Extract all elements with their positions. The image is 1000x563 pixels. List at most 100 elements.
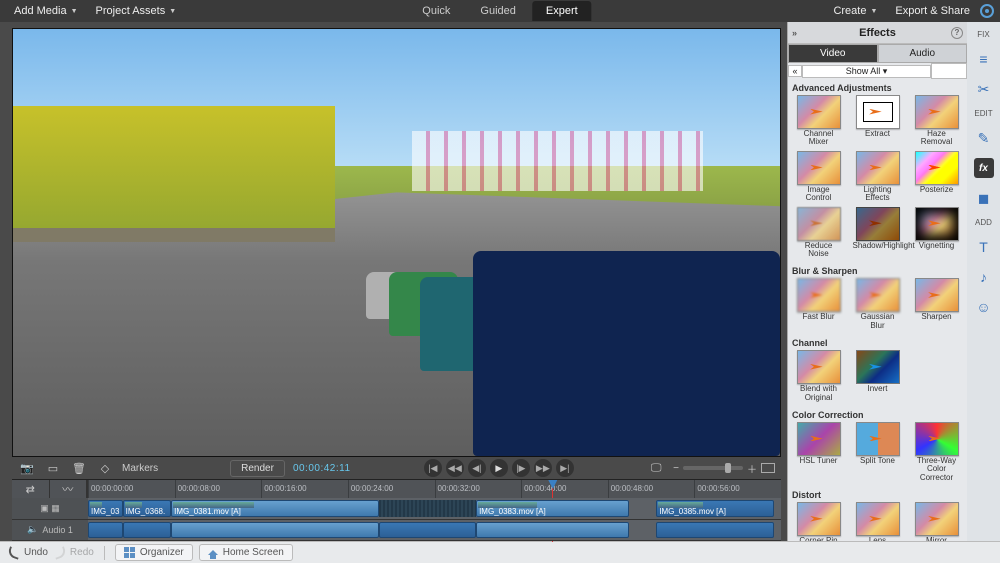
timeline-clip[interactable] bbox=[656, 522, 774, 539]
goto-end-button[interactable]: ▶| bbox=[556, 459, 574, 477]
redo-button[interactable]: Redo bbox=[54, 547, 94, 558]
zoom-plus-icon[interactable]: ＋ bbox=[747, 461, 757, 476]
tab-audio-effects[interactable]: Audio bbox=[878, 44, 968, 63]
camera-icon[interactable]: 📷 bbox=[18, 459, 36, 477]
project-assets-menu[interactable]: Project Assets ▼ bbox=[88, 2, 185, 20]
timeline-clip[interactable]: IMG_0381.mov [A] bbox=[171, 500, 379, 517]
fullscreen-icon[interactable]: 🖵 bbox=[647, 459, 665, 477]
timeline-gap[interactable] bbox=[379, 522, 476, 539]
tab-expert[interactable]: Expert bbox=[532, 1, 592, 21]
markers-label[interactable]: Markers bbox=[122, 463, 158, 474]
scissors-icon[interactable]: ✂ bbox=[974, 79, 994, 99]
tool-icon[interactable]: ▭ bbox=[44, 459, 62, 477]
help-icon[interactable]: ? bbox=[951, 27, 963, 39]
video-track-header[interactable]: ▣ ▦ bbox=[12, 498, 88, 520]
ruler-tick[interactable]: 00:00:56:00 bbox=[694, 480, 781, 498]
prev-frame-button[interactable]: ◀| bbox=[468, 459, 486, 477]
preview-monitor[interactable] bbox=[12, 28, 781, 457]
effect-item[interactable]: Fast Blur bbox=[792, 278, 845, 330]
settings-gear-icon[interactable] bbox=[980, 4, 994, 18]
effect-item[interactable]: Reduce Noise bbox=[792, 207, 845, 259]
step-back-button[interactable]: ◀◀ bbox=[446, 459, 464, 477]
trash-icon[interactable]: 🗑 bbox=[70, 459, 88, 477]
video-track[interactable]: IMG_03IMG_0368.IMG_0381.mov [A] IMG_0383.… bbox=[88, 498, 781, 520]
organizer-button[interactable]: Organizer bbox=[115, 544, 193, 561]
effect-item[interactable]: Blend with Original bbox=[792, 350, 845, 402]
effect-item[interactable]: Sharpen bbox=[910, 278, 963, 330]
timeline-tool-b[interactable]: 〰 bbox=[50, 480, 88, 498]
effect-item[interactable]: Shadow/Highlight bbox=[851, 207, 904, 259]
goto-start-button[interactable]: |◀ bbox=[424, 459, 442, 477]
undo-button[interactable]: Undo bbox=[8, 547, 48, 558]
timeline-clip[interactable] bbox=[171, 522, 379, 539]
marker-icon[interactable]: ◇ bbox=[96, 459, 114, 477]
create-menu[interactable]: Create ▼ bbox=[825, 2, 885, 20]
timeline-clip[interactable] bbox=[123, 522, 172, 539]
timeline-clip[interactable]: IMG_03 bbox=[88, 500, 123, 517]
ruler-tick[interactable]: 00:00:32:00 bbox=[435, 480, 522, 498]
timeline-clip[interactable]: IMG_0383.mov [A] bbox=[476, 500, 628, 517]
ruler-tick[interactable]: 00:00:24:00 bbox=[348, 480, 435, 498]
effect-item[interactable]: Extract bbox=[851, 95, 904, 147]
graphics-icon[interactable]: ☺ bbox=[974, 297, 994, 317]
effect-item[interactable]: Lighting Effects bbox=[851, 151, 904, 203]
timeline-tool-a[interactable]: ⇄ bbox=[12, 480, 50, 498]
ruler-tick[interactable]: 00:00:48:00 bbox=[608, 480, 695, 498]
step-fwd-button[interactable]: ▶▶ bbox=[534, 459, 552, 477]
effects-back-button[interactable]: « bbox=[788, 65, 802, 77]
caret-down-icon: ▼ bbox=[169, 8, 176, 15]
effect-item[interactable]: Haze Removal bbox=[910, 95, 963, 147]
audio-track-label: Audio 1 bbox=[42, 525, 73, 535]
effects-search-input[interactable] bbox=[931, 63, 967, 79]
effect-item[interactable]: Corner Pin bbox=[792, 502, 845, 541]
home-icon bbox=[208, 550, 218, 555]
effect-item[interactable]: HSL Tuner bbox=[792, 422, 845, 482]
tab-quick[interactable]: Quick bbox=[408, 1, 464, 21]
effect-item[interactable]: Invert bbox=[851, 350, 904, 402]
effect-item[interactable]: Posterize bbox=[910, 151, 963, 203]
ruler-tick[interactable]: 00:00:08:00 bbox=[175, 480, 262, 498]
preview-toolbar: 📷 ▭ 🗑 ◇ Markers Render 00:00:42:11 |◀ ◀◀… bbox=[12, 457, 781, 479]
effect-item[interactable]: Image Control bbox=[792, 151, 845, 203]
panel-expand-icon[interactable]: » bbox=[792, 28, 797, 38]
effect-thumbnail bbox=[797, 95, 841, 129]
wand-icon[interactable]: ✎ bbox=[974, 128, 994, 148]
home-screen-button[interactable]: Home Screen bbox=[199, 544, 293, 561]
timeline-gap[interactable] bbox=[379, 500, 476, 517]
export-share-menu[interactable]: Export & Share bbox=[887, 2, 978, 20]
fx-effects-icon[interactable]: fx bbox=[974, 158, 994, 178]
effect-item[interactable]: Vignetting bbox=[910, 207, 963, 259]
transitions-icon[interactable]: ◼ bbox=[974, 188, 994, 208]
timeline-clip[interactable] bbox=[88, 522, 123, 539]
effects-category-dropdown[interactable]: Show All ▾ bbox=[802, 65, 931, 78]
ruler-scale[interactable]: 00:00:00:0000:00:08:0000:00:16:0000:00:2… bbox=[88, 480, 781, 498]
add-media-menu[interactable]: Add Media ▼ bbox=[6, 2, 86, 20]
effect-item[interactable]: Gaussian Blur bbox=[851, 278, 904, 330]
titles-icon[interactable]: T bbox=[974, 237, 994, 257]
tab-video-effects[interactable]: Video bbox=[788, 44, 878, 63]
effect-item[interactable]: Three-Way Color Corrector bbox=[910, 422, 963, 482]
effect-item[interactable]: Mirror bbox=[910, 502, 963, 541]
next-frame-button[interactable]: |▶ bbox=[512, 459, 530, 477]
effects-list[interactable]: Advanced AdjustmentsChannel MixerExtract… bbox=[788, 79, 967, 541]
audio-track-header[interactable]: 🔈 Audio 1 bbox=[12, 520, 88, 542]
effect-item[interactable]: Channel Mixer bbox=[792, 95, 845, 147]
play-button[interactable]: ▶ bbox=[490, 459, 508, 477]
fit-to-window-button[interactable] bbox=[761, 463, 775, 473]
ruler-tick[interactable]: 00:00:00:00 bbox=[88, 480, 175, 498]
audio-track[interactable] bbox=[88, 520, 781, 542]
zoom-controls: − ＋ bbox=[673, 461, 775, 476]
effect-item[interactable]: Split Tone bbox=[851, 422, 904, 482]
timeline-clip[interactable]: IMG_0385.mov [A] bbox=[656, 500, 774, 517]
render-button[interactable]: Render bbox=[230, 460, 285, 477]
tab-guided[interactable]: Guided bbox=[466, 1, 529, 21]
zoom-slider[interactable] bbox=[683, 466, 743, 470]
effect-item[interactable]: Lens Distortion bbox=[851, 502, 904, 541]
zoom-minus-icon[interactable]: − bbox=[673, 463, 679, 474]
music-icon[interactable]: ♪ bbox=[974, 267, 994, 287]
timeline-clip[interactable]: IMG_0368. bbox=[123, 500, 172, 517]
ruler-tick[interactable]: 00:00:40:00 bbox=[521, 480, 608, 498]
ruler-tick[interactable]: 00:00:16:00 bbox=[261, 480, 348, 498]
timeline-clip[interactable] bbox=[476, 522, 628, 539]
adjust-sliders-icon[interactable]: ≡ bbox=[974, 49, 994, 69]
